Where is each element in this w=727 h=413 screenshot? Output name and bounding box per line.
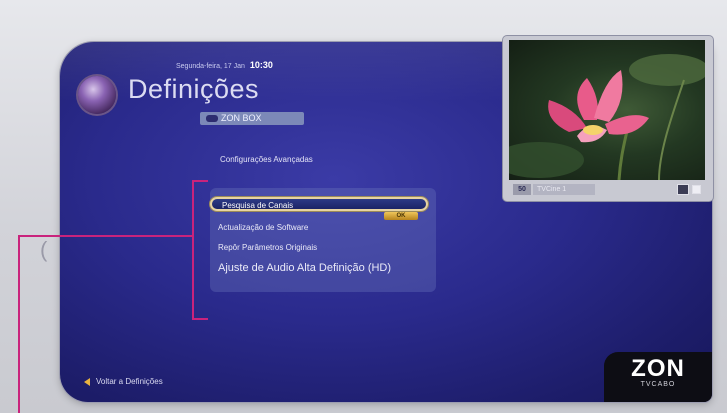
menu-item-hd-audio[interactable]: Ajuste de Audio Alta Definição (HD)	[218, 262, 391, 274]
menu-item-reset-defaults[interactable]: Repôr Parâmetros Originais	[218, 243, 317, 252]
brand-name: ZON	[631, 355, 685, 382]
channel-name: TVCine 1	[533, 183, 595, 195]
section-title: Configurações Avançadas	[220, 155, 313, 164]
menu-item-software-update[interactable]: Actualização de Software	[218, 223, 308, 232]
brand-logo: ZON TVCABO	[604, 352, 712, 402]
pip-controls	[677, 183, 701, 195]
device-label: ZON BOX	[221, 113, 262, 123]
preview-image	[509, 40, 705, 180]
side-bracket-icon: (	[40, 237, 48, 262]
annotation-bracket	[192, 180, 208, 320]
back-label: Voltar a Definições	[96, 377, 163, 386]
lotus-flower-image	[509, 54, 705, 180]
pip-screen-icon[interactable]	[677, 183, 689, 195]
live-tv-preview[interactable]: 50 TVCine 1	[503, 36, 713, 201]
date-text: Segunda-feira, 17 Jan	[176, 63, 245, 70]
annotation-leader-horizontal	[18, 235, 192, 237]
time-text: 10:30	[249, 60, 273, 70]
ok-hint-badge: OK	[384, 212, 418, 220]
page-title: Definições	[128, 74, 260, 104]
channel-number: 50	[513, 183, 531, 195]
menu-item-channel-search[interactable]: Pesquisa de Canais	[210, 197, 428, 211]
brand-subtitle: TVCABO	[640, 381, 676, 388]
device-icon	[206, 115, 218, 122]
date-time: Segunda-feira, 17 Jan 10:30	[176, 60, 273, 70]
back-arrow-icon	[84, 377, 90, 386]
back-link[interactable]: Voltar a Definições	[84, 377, 163, 386]
pip-expand-icon[interactable]	[692, 184, 701, 194]
preview-channel-bar: 50 TVCine 1	[509, 180, 705, 198]
device-badge: ZON BOX	[200, 112, 304, 125]
annotation-leader-vertical	[18, 235, 20, 413]
settings-logo-icon	[78, 76, 116, 114]
